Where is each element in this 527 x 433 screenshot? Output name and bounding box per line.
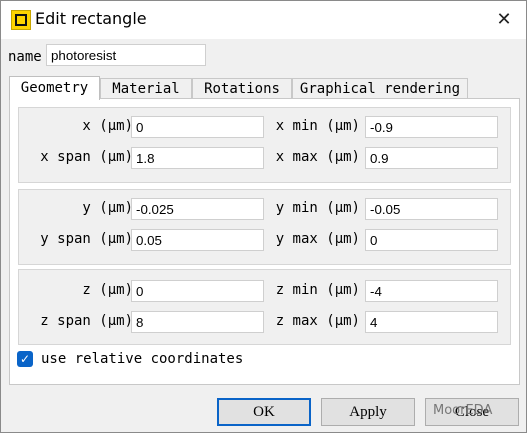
x-group: x (μm) x min (μm) x span (μm) x max (μm): [18, 107, 511, 183]
ok-button[interactable]: OK: [217, 398, 311, 426]
apply-button[interactable]: Apply: [321, 398, 415, 426]
x-label: x (μm): [82, 118, 133, 134]
z-min-label: z min (μm): [275, 282, 360, 298]
name-input[interactable]: [46, 44, 206, 66]
z-max-label: z max (μm): [275, 313, 360, 329]
app-icon: [11, 10, 31, 30]
relative-coordinates-label: use relative coordinates: [41, 351, 244, 367]
tab-material[interactable]: Material: [100, 78, 192, 98]
z-span-label: z span (μm): [40, 313, 133, 329]
x-min-input[interactable]: [365, 116, 498, 138]
name-label: name: [8, 49, 42, 65]
z-max-input[interactable]: [365, 311, 498, 333]
close-icon[interactable]: ✕: [487, 3, 521, 37]
watermark-text: MoorEDA: [433, 403, 493, 418]
x-min-label: x min (μm): [275, 118, 360, 134]
y-span-label: y span (μm): [40, 231, 133, 247]
tab-geometry[interactable]: Geometry: [9, 76, 100, 100]
x-max-input[interactable]: [365, 147, 498, 169]
tab-bar: Geometry Material Rotations Graphical re…: [9, 76, 469, 100]
y-max-label: y max (μm): [275, 231, 360, 247]
relative-coordinates-checkbox[interactable]: ✓: [17, 351, 33, 367]
tab-rotations[interactable]: Rotations: [192, 78, 292, 98]
z-label: z (μm): [82, 282, 133, 298]
z-min-input[interactable]: [365, 280, 498, 302]
title-bar[interactable]: Edit rectangle ✕: [1, 1, 526, 39]
y-min-input[interactable]: [365, 198, 498, 220]
x-span-label: x span (μm): [40, 149, 133, 165]
y-min-label: y min (μm): [275, 200, 360, 216]
y-label: y (μm): [82, 200, 133, 216]
edit-rectangle-dialog: Edit rectangle ✕ name Geometry Material …: [0, 0, 527, 433]
tab-graphical-rendering[interactable]: Graphical rendering: [292, 78, 468, 98]
x-max-label: x max (μm): [275, 149, 360, 165]
z-group: z (μm) z min (μm) z span (μm) z max (μm): [18, 269, 511, 345]
dialog-title: Edit rectangle: [35, 9, 147, 28]
geometry-panel: x (μm) x min (μm) x span (μm) x max (μm)…: [9, 98, 520, 385]
y-max-input[interactable]: [365, 229, 498, 251]
y-group: y (μm) y min (μm) y span (μm) y max (μm): [18, 189, 511, 265]
